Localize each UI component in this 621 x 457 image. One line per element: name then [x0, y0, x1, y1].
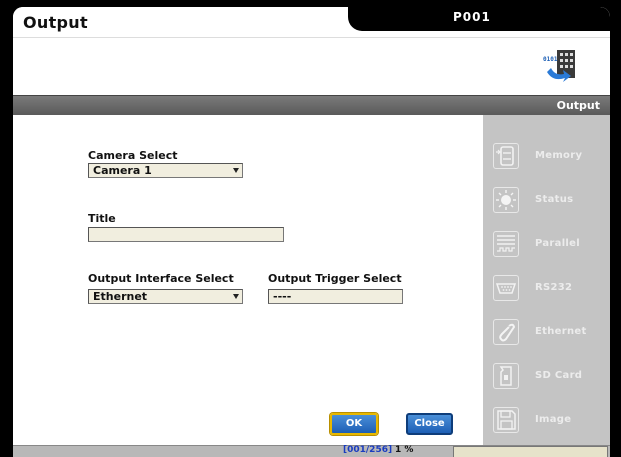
memory-icon — [493, 143, 519, 169]
sidebar-item-label: RS232 — [535, 282, 573, 293]
chevron-down-icon — [233, 168, 239, 173]
sidebar-item-label: Image — [535, 414, 572, 425]
output-trigger-label: Output Trigger Select — [268, 272, 402, 285]
output-settings-panel: Camera Select Camera 1 Title Output Inte… — [13, 115, 483, 445]
output-trigger-value: ---- — [273, 290, 292, 303]
program-label: P001 — [453, 10, 491, 24]
chevron-down-icon — [233, 294, 239, 299]
sidebar-item-status[interactable]: Status — [493, 185, 610, 217]
status-bar: [001/256] 1 % — [13, 445, 610, 457]
section-header-bar: Output — [13, 95, 610, 115]
camera-select-value: Camera 1 — [93, 164, 152, 177]
close-button[interactable]: Close — [406, 413, 453, 435]
sidebar-item-ethernet[interactable]: Ethernet — [493, 317, 610, 349]
sidebar-item-parallel[interactable]: Parallel — [493, 229, 610, 261]
output-interface-value: Ethernet — [93, 290, 148, 303]
sidebar-item-memory[interactable]: Memory — [493, 141, 610, 173]
output-type-sidebar: Memory Status Parallel RS232 Ethernet SD… — [483, 115, 610, 445]
sidebar-item-label: Status — [535, 194, 574, 205]
header-icon-band: 0101 — [13, 37, 610, 95]
sidebar-item-label: Parallel — [535, 238, 580, 249]
svg-text:0101: 0101 — [543, 56, 558, 63]
output-window: Output P001 0101 Output Camera Select Ca… — [13, 7, 610, 457]
section-title: Output — [556, 99, 600, 112]
camera-select-dropdown[interactable]: Camera 1 — [88, 163, 243, 178]
usage-percent: 1 % — [395, 445, 414, 455]
output-interface-label: Output Interface Select — [88, 272, 234, 285]
title-bar: Output P001 — [13, 7, 610, 37]
title-label: Title — [88, 212, 116, 225]
sidebar-item-label: Ethernet — [535, 326, 587, 337]
output-interface-dropdown[interactable]: Ethernet — [88, 289, 243, 304]
camera-select-label: Camera Select — [88, 149, 178, 162]
sidebar-item-label: SD Card — [535, 370, 583, 381]
rs232-icon — [493, 275, 519, 301]
title-input[interactable] — [88, 227, 284, 242]
ok-button[interactable]: OK — [330, 413, 378, 435]
program-tab: P001 — [348, 7, 610, 31]
output-data-icon: 0101 — [543, 50, 575, 82]
window-title: Output — [23, 13, 88, 32]
ethernet-icon — [493, 319, 519, 345]
program-counter: [001/256] — [343, 445, 393, 455]
sidebar-item-sd-card[interactable]: SD Card — [493, 361, 610, 393]
sidebar-item-image[interactable]: Image — [493, 405, 610, 437]
floppy-disk-icon — [493, 407, 519, 433]
sidebar-item-label: Memory — [535, 150, 583, 161]
parallel-icon — [493, 231, 519, 257]
output-trigger-dropdown[interactable]: ---- — [268, 289, 403, 304]
sidebar-item-rs232[interactable]: RS232 — [493, 273, 610, 305]
status-light-icon — [493, 187, 519, 213]
status-message-box — [453, 446, 608, 457]
sd-card-icon — [493, 363, 519, 389]
